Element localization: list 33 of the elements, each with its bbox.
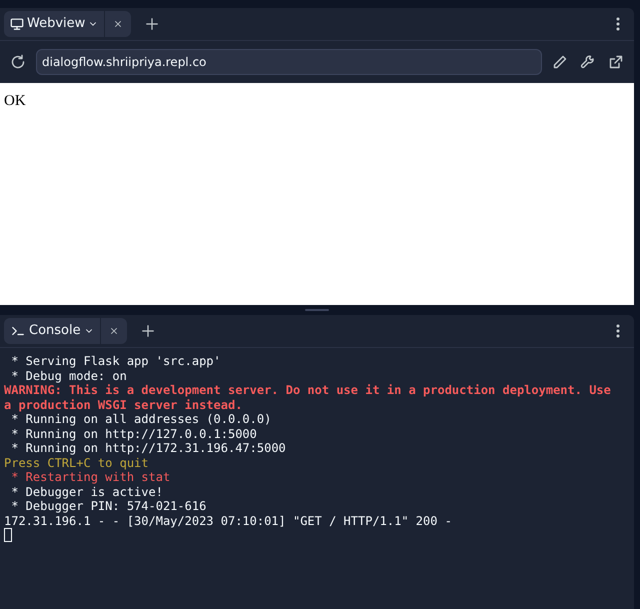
- console-line: * Running on http://127.0.0.1:5000: [10, 426, 258, 441]
- close-icon: [108, 326, 119, 336]
- wrench-icon: [580, 54, 596, 70]
- more-icon: [616, 324, 620, 338]
- terminal-prompt-icon: [10, 324, 26, 338]
- monitor-icon: [10, 17, 24, 31]
- more-button[interactable]: [614, 15, 622, 33]
- more-button[interactable]: [614, 322, 622, 340]
- console-line: * Debug mode: on: [10, 368, 128, 383]
- console-line: 172.31.196.1 - - [30/May/2023 07:10:01] "GET / HTTP/1.1" 200 -: [4, 514, 453, 528]
- plus-icon: [140, 324, 155, 338]
- console-line: * Debugger is active!: [10, 484, 164, 499]
- pane-tab[interactable]: Console: [4, 318, 127, 344]
- resize-handle[interactable]: [305, 309, 329, 311]
- text-cursor: [4, 528, 12, 542]
- hint-line: Press CTRL+C to quit: [4, 456, 150, 470]
- more-icon: [616, 17, 620, 31]
- console-line: * Running on http://172.31.196.47:5000: [10, 441, 287, 456]
- external-link-icon: [608, 54, 624, 70]
- reload-icon: [10, 54, 26, 70]
- pane-tab[interactable]: Webview: [4, 11, 132, 37]
- console-line: * Running on all addresses (0.0.0.0): [10, 412, 272, 426]
- page-text: OK: [4, 93, 26, 109]
- pencil-icon: [552, 54, 568, 70]
- plus-icon: [145, 17, 160, 31]
- tab-title-button[interactable]: Console: [4, 318, 100, 344]
- close-icon: [113, 18, 124, 29]
- url-field[interactable]: dialogflow.shriipriya.repl.co: [36, 49, 542, 75]
- console-line: * Debugger PIN: 574-021-616: [10, 499, 208, 514]
- warning-line: WARNING: This is a development server. Do not use it in a production deployment. Use a production WSGI server instead.: [4, 383, 612, 412]
- tab-title-button[interactable]: Webview: [4, 11, 104, 37]
- error-line: * Restarting with stat: [10, 470, 172, 484]
- console-line: * Serving Flask app 'src.app': [10, 354, 222, 368]
